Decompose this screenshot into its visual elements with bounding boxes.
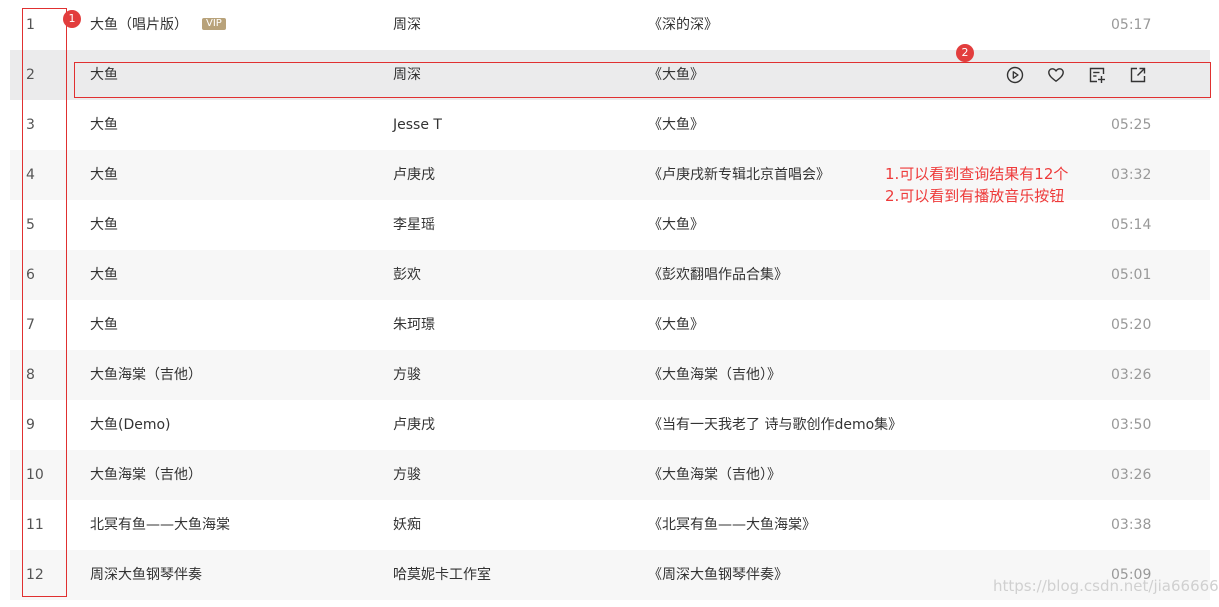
song-title-text[interactable]: 大鱼 [90,267,118,283]
song-list-page: 1 大鱼（唱片版） VIP 周深 《深的深》 05:17 2 大鱼 周深 《大鱼》 3 大鱼 Jesse… [0,0,1219,607]
song-album[interactable]: 《大鱼海棠（吉他）》 [648,350,781,400]
song-artist[interactable]: 哈莫妮卡工作室 [393,550,491,600]
song-album[interactable]: 《北冥有鱼——大鱼海棠》 [648,500,816,550]
song-title-text[interactable]: 大鱼 [90,167,118,183]
song-row[interactable]: 10 大鱼海棠（吉他） 方骏 《大鱼海棠（吉他）》 03:26 [10,450,1210,500]
song-duration: 05:25 [1111,117,1152,133]
song-title[interactable]: 周深大鱼钢琴伴奏 [90,550,202,600]
song-title-text[interactable]: 大鱼海棠（吉他） [90,367,202,383]
song-title-text[interactable]: 北冥有鱼——大鱼海棠 [90,517,230,533]
song-title[interactable]: 大鱼 [90,300,118,350]
song-row[interactable]: 3 大鱼 Jesse T 《大鱼》 05:25 [10,100,1210,150]
song-title-text[interactable]: 大鱼 [90,117,118,133]
song-row[interactable]: 5 大鱼 李星瑶 《大鱼》 05:14 [10,200,1210,250]
song-title[interactable]: 大鱼（唱片版） VIP [90,0,226,50]
song-artist[interactable]: 李星瑶 [393,200,435,250]
song-row[interactable]: 6 大鱼 彭欢 《彭欢翻唱作品合集》 05:01 [10,250,1210,300]
song-title-text[interactable]: 大鱼(Demo) [90,417,171,433]
song-title[interactable]: 大鱼(Demo) [90,400,171,450]
song-duration: 05:01 [1111,267,1152,283]
song-title[interactable]: 大鱼 [90,150,118,200]
song-row[interactable]: 8 大鱼海棠（吉他） 方骏 《大鱼海棠（吉他）》 03:26 [10,350,1210,400]
song-artist[interactable]: 彭欢 [393,250,421,300]
song-album[interactable]: 《深的深》 [648,0,718,50]
song-album[interactable]: 《卢庚戌新专辑北京首唱会》 [648,150,830,200]
song-duration: 03:26 [1111,467,1152,483]
song-title[interactable]: 北冥有鱼——大鱼海棠 [90,500,230,550]
annotation-box-index-column [22,8,67,597]
song-album[interactable]: 《大鱼海棠（吉他）》 [648,450,781,500]
song-artist[interactable]: 妖痴 [393,500,421,550]
song-duration: 03:38 [1111,517,1152,533]
song-duration: 03:32 [1111,167,1152,183]
song-artist[interactable]: Jesse T [393,100,442,150]
song-album[interactable]: 《大鱼》 [648,300,704,350]
song-title-text[interactable]: 大鱼 [90,217,118,233]
song-album[interactable]: 《彭欢翻唱作品合集》 [648,250,788,300]
annotation-badge-1: 1 [63,10,81,28]
song-album[interactable]: 《大鱼》 [648,100,704,150]
song-row[interactable]: 7 大鱼 朱珂璟 《大鱼》 05:20 [10,300,1210,350]
song-album[interactable]: 《周深大鱼钢琴伴奏》 [648,550,788,600]
song-artist[interactable]: 卢庚戌 [393,150,435,200]
song-artist[interactable]: 周深 [393,0,421,50]
song-album[interactable]: 《当有一天我老了 诗与歌创作demo集》 [648,400,902,450]
song-title[interactable]: 大鱼 [90,100,118,150]
annotation-note-line-2: 2.可以看到有播放音乐按钮 [885,187,1065,205]
annotation-note-line-1: 1.可以看到查询结果有12个 [885,165,1069,183]
song-title-text[interactable]: 大鱼 [90,317,118,333]
song-artist[interactable]: 方骏 [393,450,421,500]
annotation-note: 1.可以看到查询结果有12个 2.可以看到有播放音乐按钮 [885,163,1068,207]
watermark: https://blog.csdn.net/jia666666 [993,577,1219,595]
song-title[interactable]: 大鱼 [90,200,118,250]
song-artist[interactable]: 卢庚戌 [393,400,435,450]
vip-badge: VIP [202,18,226,30]
song-duration: 05:14 [1111,217,1152,233]
song-artist[interactable]: 方骏 [393,350,421,400]
annotation-box-hover-row [74,62,1211,98]
annotation-badge-2: 2 [956,44,974,62]
song-title[interactable]: 大鱼海棠（吉他） [90,350,202,400]
song-duration: 05:20 [1111,317,1152,333]
song-artist[interactable]: 朱珂璟 [393,300,435,350]
song-row[interactable]: 1 大鱼（唱片版） VIP 周深 《深的深》 05:17 [10,0,1210,50]
song-duration: 05:17 [1111,17,1152,33]
song-title-text[interactable]: 周深大鱼钢琴伴奏 [90,567,202,583]
song-row[interactable]: 11 北冥有鱼——大鱼海棠 妖痴 《北冥有鱼——大鱼海棠》 03:38 [10,500,1210,550]
song-title-text[interactable]: 大鱼海棠（吉他） [90,467,202,483]
song-duration: 03:26 [1111,367,1152,383]
song-album[interactable]: 《大鱼》 [648,200,704,250]
song-duration: 03:50 [1111,417,1152,433]
song-row[interactable]: 9 大鱼(Demo) 卢庚戌 《当有一天我老了 诗与歌创作demo集》 03:50 [10,400,1210,450]
song-title[interactable]: 大鱼海棠（吉他） [90,450,202,500]
song-title-text[interactable]: 大鱼（唱片版） [90,17,188,33]
song-title[interactable]: 大鱼 [90,250,118,300]
